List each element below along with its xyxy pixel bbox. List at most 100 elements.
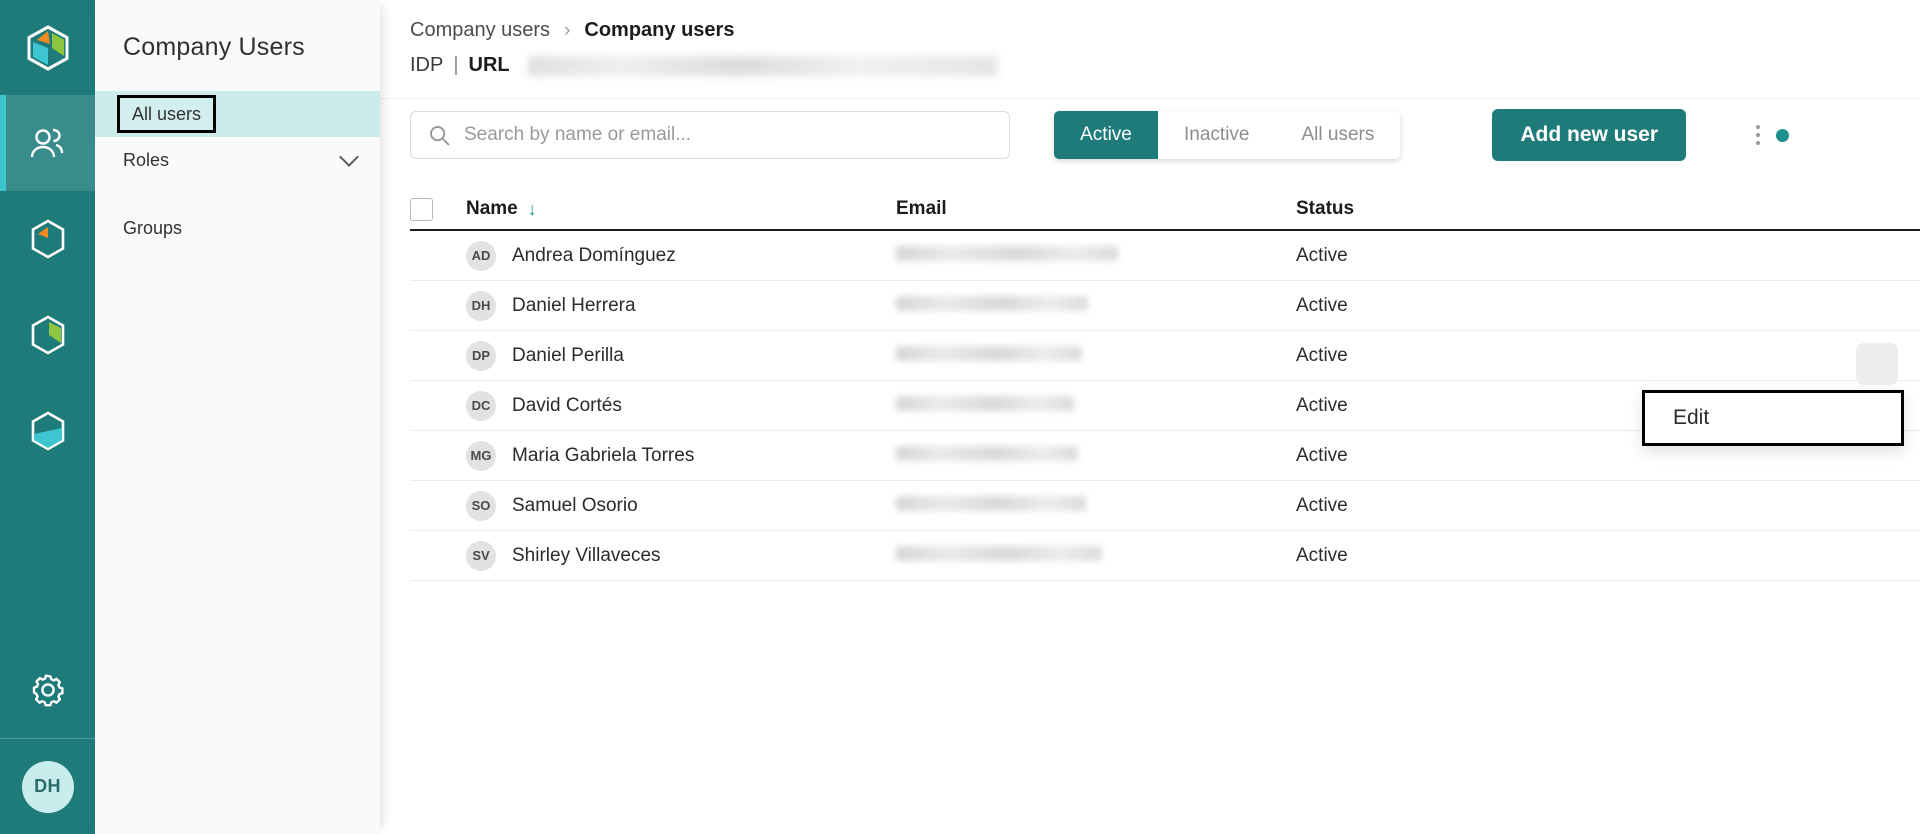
user-email-cell xyxy=(896,495,1296,517)
column-header-email[interactable]: Email xyxy=(896,198,1296,220)
user-status-cell: Active xyxy=(1296,295,1596,317)
avatar: DC xyxy=(466,391,496,421)
avatar: AD xyxy=(466,241,496,271)
column-label-name: Name xyxy=(466,198,518,220)
user-name-cell: DHDaniel Herrera xyxy=(466,291,896,321)
filter-active[interactable]: Active xyxy=(1054,111,1158,159)
email-redacted xyxy=(896,346,1082,361)
user-status-cell: Active xyxy=(1296,345,1596,367)
rail-item-modules[interactable] xyxy=(0,383,95,479)
users-table: Name ↓ Email Status ADAndrea Domínguez Ac… xyxy=(410,189,1920,581)
rail-item-company-users[interactable] xyxy=(0,95,95,191)
user-name: Maria Gabriela Torres xyxy=(512,445,694,467)
column-header-status[interactable]: Status xyxy=(1296,198,1596,220)
search-icon xyxy=(429,125,450,146)
sidebar-item-all-users[interactable]: All users xyxy=(95,91,380,137)
user-status-cell: Active xyxy=(1296,245,1596,267)
user-name-cell: DP Daniel Perilla xyxy=(466,341,896,371)
secondary-sidebar: Company Users All users Roles Groups xyxy=(95,0,380,834)
column-header-name[interactable]: Name ↓ xyxy=(466,198,896,220)
user-name-cell: SO Samuel Osorio xyxy=(466,491,896,521)
chevron-down-icon xyxy=(339,147,359,167)
toolbar: Active Inactive All users Add new user xyxy=(380,77,1920,161)
status-indicator-dot xyxy=(1776,129,1789,142)
filter-inactive[interactable]: Inactive xyxy=(1158,111,1275,159)
user-status-cell: Active xyxy=(1296,445,1596,467)
email-redacted xyxy=(896,246,1118,261)
table-row[interactable]: SV Shirley Villaveces Active xyxy=(410,531,1920,581)
table-row[interactable]: DHDaniel Herrera Active xyxy=(410,281,1920,331)
table-header-row: Name ↓ Email Status xyxy=(410,189,1920,231)
sidebar-item-label: Roles xyxy=(123,150,169,171)
breadcrumb-separator-icon: › xyxy=(564,20,570,42)
url-label: URL xyxy=(469,54,510,77)
user-name-cell: MGMaria Gabriela Torres xyxy=(466,441,896,471)
user-name: Daniel Perilla xyxy=(512,345,624,367)
sidebar-item-groups[interactable]: Groups xyxy=(95,205,380,251)
app-logo[interactable] xyxy=(0,0,95,95)
breadcrumb-parent[interactable]: Company users xyxy=(410,19,550,42)
avatar: SO xyxy=(466,491,496,521)
user-name-cell: DC David Cortés xyxy=(466,391,896,421)
rail-item-settings[interactable] xyxy=(0,642,95,738)
user-name: Samuel Osorio xyxy=(512,495,638,517)
breadcrumb-current: Company users xyxy=(584,19,734,42)
user-email-cell xyxy=(896,245,1296,267)
email-redacted xyxy=(896,296,1088,311)
breadcrumb: Company users › Company users xyxy=(380,0,1920,42)
user-name-cell: ADAndrea Domínguez xyxy=(466,241,896,271)
idp-url-line: IDP | URL xyxy=(380,42,1920,77)
sidebar-nav-list: All users Roles Groups xyxy=(95,91,380,251)
idp-label: IDP xyxy=(410,54,443,77)
avatar: DP xyxy=(466,341,496,371)
user-name: David Cortés xyxy=(512,395,622,417)
url-value-redacted xyxy=(528,56,998,76)
cube-logo-icon xyxy=(26,24,70,72)
rail-item-analytics[interactable] xyxy=(0,191,95,287)
email-redacted xyxy=(896,496,1086,511)
select-all-checkbox[interactable] xyxy=(410,198,433,221)
user-email-cell xyxy=(896,345,1296,367)
sort-descending-icon: ↓ xyxy=(528,199,537,220)
icon-rail: DH xyxy=(0,0,95,834)
user-email-cell xyxy=(896,395,1296,417)
row-actions-button[interactable] xyxy=(1856,343,1898,385)
user-email-cell xyxy=(896,445,1296,467)
rail-item-reports[interactable] xyxy=(0,287,95,383)
user-name: Shirley Villaveces xyxy=(512,545,661,567)
user-email-cell xyxy=(896,295,1296,317)
cube-pie-orange-icon xyxy=(29,218,67,260)
email-redacted xyxy=(896,396,1074,411)
context-menu-item-edit[interactable]: Edit xyxy=(1673,406,1709,430)
header-divider xyxy=(380,98,1920,99)
avatar[interactable]: DH xyxy=(22,761,74,813)
kebab-menu-icon[interactable] xyxy=(1756,125,1760,145)
rail-avatar-wrapper: DH xyxy=(0,739,95,834)
sidebar-item-label: All users xyxy=(117,95,216,133)
search-input[interactable] xyxy=(464,124,991,146)
avatar: DH xyxy=(466,291,496,321)
sidebar-item-roles[interactable]: Roles xyxy=(95,137,380,183)
table-row[interactable]: DP Daniel Perilla Active xyxy=(410,331,1920,381)
user-email-cell xyxy=(896,545,1296,567)
user-status-cell: Active xyxy=(1296,545,1596,567)
cube-pie-green-icon xyxy=(29,314,67,356)
search-box[interactable] xyxy=(410,111,1010,159)
select-all-cell xyxy=(410,198,466,221)
email-redacted xyxy=(896,446,1078,461)
user-status-cell: Active xyxy=(1296,495,1596,517)
cube-split-teal-icon xyxy=(29,410,67,452)
filter-all-users[interactable]: All users xyxy=(1275,111,1400,159)
user-name-cell: SV Shirley Villaveces xyxy=(466,541,896,571)
context-menu: Edit xyxy=(1642,390,1904,446)
user-status-cell: Active xyxy=(1296,395,1596,417)
avatar: SV xyxy=(466,541,496,571)
main-content: Company users › Company users IDP | URL … xyxy=(380,0,1920,834)
overflow-actions xyxy=(1756,125,1789,145)
email-redacted xyxy=(896,546,1102,561)
table-row[interactable]: ADAndrea Domínguez Active xyxy=(410,231,1920,281)
page-title: Company Users xyxy=(95,0,380,62)
idp-separator: | xyxy=(453,54,458,77)
table-row[interactable]: SO Samuel Osorio Active xyxy=(410,481,1920,531)
add-new-user-button[interactable]: Add new user xyxy=(1492,109,1686,161)
